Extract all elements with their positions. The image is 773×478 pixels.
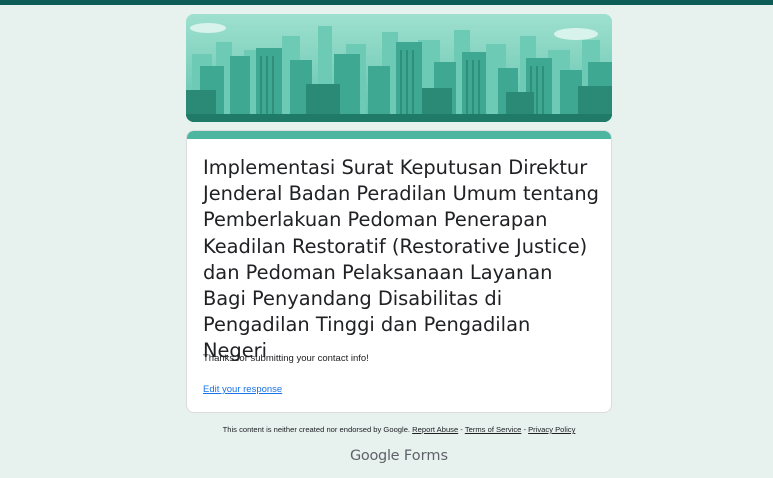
report-abuse-link[interactable]: Report Abuse bbox=[412, 425, 458, 434]
header-banner-image bbox=[186, 14, 612, 122]
card-accent-bar bbox=[187, 131, 611, 139]
separator: - bbox=[458, 425, 465, 434]
logo-forms-word: Forms bbox=[403, 448, 449, 464]
footer-disclaimer: This content is neither created nor endo… bbox=[186, 425, 612, 434]
form-title: Implementasi Surat Keputusan Direktur Je… bbox=[203, 156, 599, 363]
form-card: Implementasi Surat Keputusan Direktur Je… bbox=[186, 130, 612, 413]
disclaimer-text: This content is neither created nor endo… bbox=[222, 425, 411, 434]
google-forms-logo[interactable]: Google Forms bbox=[186, 448, 612, 464]
logo-google-word: Google bbox=[349, 448, 400, 464]
confirmation-message: Thanks for submitting your contact info! bbox=[203, 353, 369, 364]
terms-of-service-link[interactable]: Terms of Service bbox=[465, 425, 522, 434]
edit-response-link[interactable]: Edit your response bbox=[203, 384, 282, 395]
top-strip bbox=[0, 0, 773, 5]
privacy-policy-link[interactable]: Privacy Policy bbox=[528, 425, 575, 434]
